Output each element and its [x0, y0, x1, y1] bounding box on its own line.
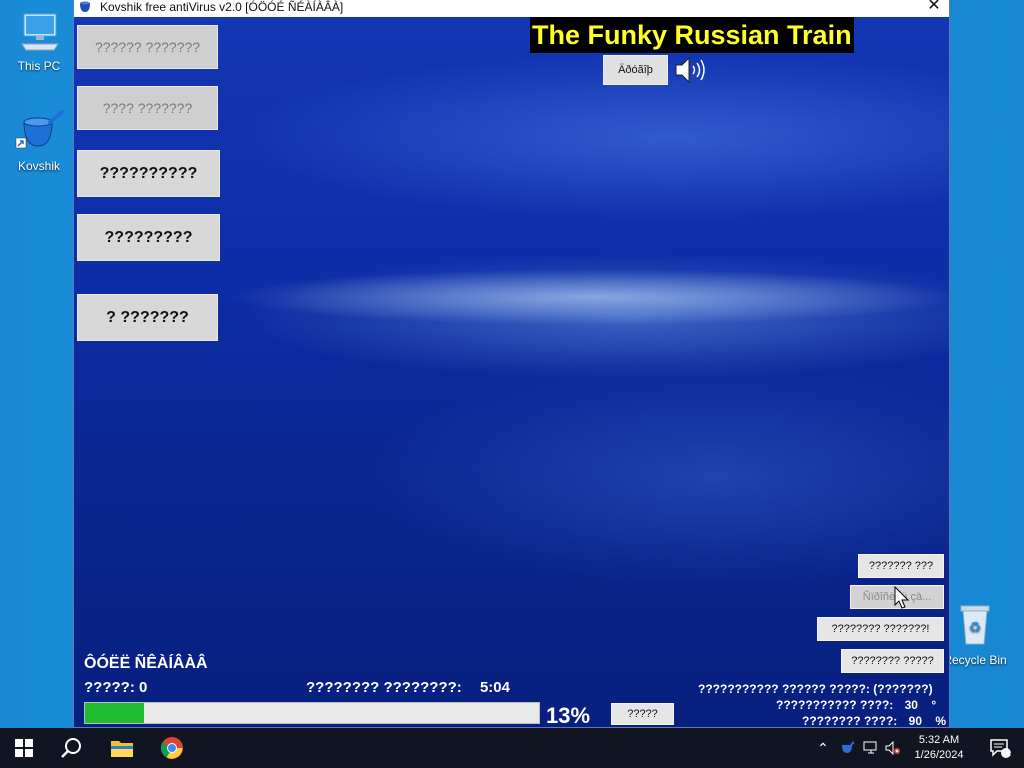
chrome-icon: [160, 737, 183, 759]
elapsed-value: 5:04: [479, 679, 510, 696]
taskbar-file-explorer[interactable]: [98, 728, 146, 768]
elapsed-label: ???????? ????????:: [306, 679, 462, 696]
elapsed-time: ???????? ????????: 5:04: [306, 679, 510, 696]
taskbar-chrome[interactable]: [148, 728, 196, 768]
recycle-bin-icon: ♻: [960, 605, 990, 645]
search-button[interactable]: [48, 728, 96, 768]
threats-label: ?????:: [84, 679, 135, 696]
windows-logo-icon: [15, 739, 33, 757]
desktop-icon-this-pc[interactable]: This PC: [4, 8, 74, 73]
tool-button-4[interactable]: ???????? ?????: [841, 649, 944, 673]
menu-button-4[interactable]: ?????????: [77, 214, 220, 261]
tray-clock[interactable]: 5:32 AM 1/26/2024: [900, 728, 978, 768]
desktop-icon-label: Kovshik: [17, 159, 61, 173]
ladle-icon: [15, 110, 64, 149]
start-button[interactable]: [0, 728, 48, 768]
desktop-icon-label: This PC: [17, 59, 61, 73]
app-window: Kovshik free antiVirus v2.0 [ÓÖÓÉ ÑÉÀÍÀÂ…: [73, 0, 950, 728]
scan-button[interactable]: ?????: [611, 703, 674, 725]
window-title: Kovshik free antiVirus v2.0 [ÓÖÓÉ ÑÉÀÍÀÂ…: [100, 0, 344, 14]
tool-button-3[interactable]: ???????? ???????!: [817, 617, 944, 641]
mouse-cursor-icon: [894, 586, 910, 609]
notification-badge: 3: [1010, 747, 1016, 757]
info-line-1: ??????????? ?????? ?????: (???????): [698, 682, 933, 696]
info-line-3-value: 90: [908, 714, 922, 728]
scan-progress-fill: [85, 703, 145, 723]
info-line-3: ???????? ????: 90 %: [802, 714, 947, 728]
tool-button-1[interactable]: ??????? ???: [858, 554, 944, 578]
menu-button-about[interactable]: ? ???????: [77, 294, 218, 341]
scan-progress-bar: [84, 702, 540, 724]
app-client-area: ?????? ??????? ???? ??????? ?????????? ?…: [74, 17, 949, 728]
menu-button-1[interactable]: ?????? ???????: [77, 25, 218, 69]
info-line-3-unit: %: [935, 714, 947, 728]
taskbar: ⌃ 5:32 AM 1/26/2024 3: [0, 728, 1024, 768]
song-title: The Funky Russian Train: [530, 17, 854, 53]
threats-counter: ?????: 0: [84, 679, 147, 696]
info-line-2-value: 30: [904, 698, 918, 712]
network-icon[interactable]: [860, 728, 882, 768]
folder-icon: [111, 741, 133, 757]
info-line-3-label: ???????? ????:: [802, 714, 898, 728]
app-icon: [80, 1, 90, 12]
desktop-icon-recycle-bin[interactable]: ♻ Recycle Bin: [940, 600, 1010, 667]
info-line-2-label: ??????????? ????:: [776, 698, 894, 712]
network-monitor-icon: [863, 741, 877, 754]
desktop-icon-kovshik[interactable]: Kovshik: [4, 108, 74, 173]
title-bar[interactable]: Kovshik free antiVirus v2.0 [ÓÖÓÉ ÑÉÀÍÀÂ…: [74, 0, 949, 17]
menu-button-2[interactable]: ???? ???????: [77, 86, 218, 130]
scan-status: ÔÓËË ÑÊÀÍÂÀÂ: [84, 655, 208, 672]
svg-text:♻: ♻: [969, 620, 982, 636]
threats-value: 0: [138, 679, 148, 696]
info-line-2: ??????????? ????: 30 °: [776, 698, 936, 712]
next-track-button[interactable]: Äðóãîþ: [603, 55, 668, 85]
clock-date: 1/26/2024: [914, 749, 964, 761]
close-button[interactable]: ✕: [919, 0, 949, 17]
speaker-icon[interactable]: [673, 55, 707, 85]
menu-button-3[interactable]: ??????????: [77, 150, 220, 197]
clock-time: 5:32 AM: [918, 734, 960, 746]
notification-icon: [990, 739, 1011, 758]
info-line-2-unit: °: [931, 698, 937, 712]
speaker-muted-icon: [885, 741, 900, 755]
computer-icon: [21, 13, 59, 51]
progress-percent: 13%: [546, 703, 591, 728]
tray-overflow-chevron-icon[interactable]: ⌃: [812, 728, 834, 768]
desktop-icon-label: Recycle Bin: [943, 653, 1007, 667]
notification-center-button[interactable]: 3: [980, 728, 1020, 768]
tray-kovshik-icon[interactable]: [836, 728, 858, 768]
search-icon: [61, 738, 81, 758]
ladle-tray-icon: [842, 741, 854, 753]
